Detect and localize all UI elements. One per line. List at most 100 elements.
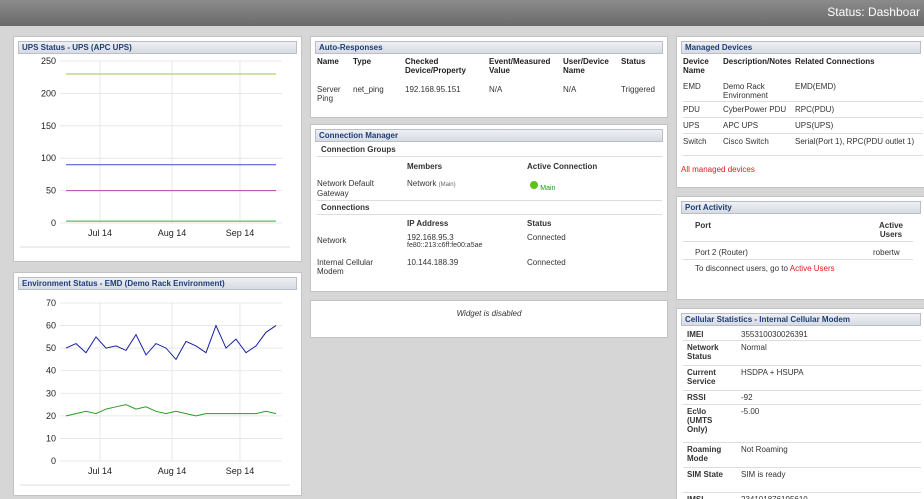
active-users-header: Active Users — [878, 221, 903, 239]
auto-response-device: 192.168.95.151 — [405, 85, 461, 94]
active-connection-header: Active Connection — [527, 162, 598, 171]
members-header: Members — [407, 162, 443, 171]
connection-manager-title: Connection Manager — [315, 129, 663, 142]
status-header: Status — [527, 219, 552, 228]
stat-label: Network Status — [687, 343, 719, 361]
y-tick-label: 30 — [46, 388, 56, 398]
environment-status-panel: Environment Status - EMD (Demo Rack Envi… — [13, 272, 302, 496]
y-tick-label: 0 — [51, 456, 56, 466]
connection-name: Network — [317, 236, 347, 245]
y-tick-label: 100 — [41, 153, 56, 163]
y-tick-label: 150 — [41, 121, 56, 131]
column-header: Device Name — [683, 57, 709, 75]
stat-value: 234101876195610 — [741, 495, 808, 499]
environment-status-title: Environment Status - EMD (Demo Rack Envi… — [18, 277, 297, 290]
y-tick-label: 10 — [46, 433, 56, 443]
stat-value: HSDPA + HSUPA — [741, 368, 804, 377]
column-header: Type — [353, 57, 372, 66]
connection-row[interactable]: Network 192.168.95.3 fe80::213:c6ff:fe00… — [317, 233, 662, 255]
managed-devices-table: Device Name Description/Notes Related Co… — [683, 57, 923, 156]
device-connections: Serial(Port 1), RPC(PDU outlet 1) — [795, 136, 915, 146]
auto-responses-title: Auto-Responses — [315, 41, 663, 54]
x-tick-label: Aug 14 — [158, 228, 187, 238]
port-activity-panel: Port Activity Port Active Users Port 2 (… — [676, 196, 924, 300]
port-name[interactable]: Port 2 (Router) — [695, 248, 748, 257]
ups-chart: 250 200 150 100 50 0 Jul 14 Aug 14 Sep 14 — [20, 56, 290, 248]
table-row[interactable]: Server Ping net_ping 192.168.95.151 N/A … — [317, 81, 662, 105]
cellular-statistics-panel: Cellular Statistics - Internal Cellular … — [676, 308, 924, 499]
column-header: Name — [317, 57, 339, 66]
ups-status-panel: UPS Status - UPS (APC UPS) 250 200 150 100 5… — [13, 36, 302, 262]
cellular-statistics-title: Cellular Statistics - Internal Cellular … — [681, 313, 921, 326]
table-row: Current Service HSDPA + HSUPA — [683, 366, 921, 391]
device-name[interactable]: UPS — [683, 117, 723, 133]
all-managed-devices-link[interactable]: All managed devices — [681, 165, 755, 174]
widget-disabled-text: Widget is disabled — [456, 309, 522, 318]
x-tick-label: Sep 14 — [226, 228, 255, 238]
auto-responses-panel: Auto-Responses Name Type Checked Device/… — [310, 36, 668, 118]
table-row: SIM State SIM is ready — [683, 468, 921, 493]
connection-row[interactable]: Internal Cellular Modem 10.144.188.39 Co… — [317, 258, 662, 280]
stat-label: Roaming Mode — [687, 445, 722, 463]
group-member-tag: (Main) — [438, 182, 456, 188]
stat-value: 355310030026391 — [741, 330, 808, 339]
stat-value: -5.00 — [741, 407, 760, 416]
device-description: CyberPower PDU — [723, 104, 787, 114]
table-row[interactable]: UPS APC UPS UPS(UPS) — [683, 117, 923, 133]
device-name[interactable]: EMD — [683, 79, 723, 101]
auto-response-value: N/A — [489, 85, 503, 94]
connections-heading: Connections — [321, 203, 370, 212]
top-bar: Status: Dashboar — [0, 0, 924, 26]
disabled-widget-panel: Widget is disabled — [310, 300, 668, 338]
active-users-link[interactable]: Active Users — [790, 264, 835, 273]
table-row: Network Status Normal — [683, 341, 921, 366]
page-title: Status: Dashboar — [827, 5, 920, 19]
table-row: Roaming Mode Not Roaming — [683, 443, 921, 468]
group-active-label: Main — [540, 185, 556, 192]
device-description: APC UPS — [723, 120, 759, 130]
column-header: Related Connections — [795, 57, 875, 66]
environment-chart: 70 60 50 40 30 20 10 0 Jul 14 Aug 14 Sep 14 — [20, 298, 290, 486]
device-connections: EMD(EMD) — [795, 82, 836, 91]
group-member-name: Network — [407, 179, 437, 188]
device-name[interactable]: Switch — [683, 133, 723, 155]
column-header: Event/Measured Value — [489, 57, 551, 75]
auto-response-status: Triggered — [621, 85, 655, 94]
connection-ip: 10.144.188.39 — [407, 258, 459, 267]
stat-label: IMSI — [687, 495, 727, 499]
x-tick-label: Jul 14 — [88, 466, 112, 476]
device-description: Cisco Switch — [723, 136, 769, 146]
device-connections: RPC(PDU) — [795, 104, 835, 114]
table-row: IMSI 234101876195610 — [683, 493, 921, 499]
table-row[interactable]: EMD Demo Rack Environment EMD(EMD) — [683, 79, 923, 101]
connection-ip: 192.168.95.3 — [407, 233, 454, 242]
auto-response-name[interactable]: Server Ping — [317, 81, 353, 105]
port-header: Port — [695, 221, 711, 230]
y-tick-label: 200 — [41, 88, 56, 98]
stat-label: Current Service — [687, 368, 716, 386]
y-tick-label: 50 — [46, 186, 56, 196]
table-row[interactable]: Switch Cisco Switch Serial(Port 1), RPC(… — [683, 133, 923, 155]
connection-ip-v6: fe80::213:c6ff:fe00:a5ae — [407, 242, 483, 249]
group-member: Network (Main) — [407, 179, 456, 188]
device-name[interactable]: PDU — [683, 101, 723, 117]
auto-response-type: net_ping — [353, 85, 384, 94]
port-user: robertw — [873, 248, 900, 257]
status-dot-icon — [530, 180, 538, 189]
table-row[interactable]: PDU CyberPower PDU RPC(PDU) — [683, 101, 923, 117]
connection-name: Internal Cellular Modem — [317, 258, 374, 276]
y-tick-label: 40 — [46, 366, 56, 376]
stat-label: IMEI — [687, 330, 704, 339]
table-header-row: Name Type Checked Device/Property Event/… — [317, 57, 662, 81]
connection-status: Connected — [527, 258, 566, 267]
port-activity-title: Port Activity — [681, 201, 921, 214]
y-tick-label: 70 — [46, 298, 56, 308]
column-header: Status — [621, 57, 646, 66]
auto-response-user: N/A — [563, 85, 577, 94]
stat-label: Ec\Io (UMTS Only) — [687, 407, 713, 434]
column-header: Checked Device/Property — [405, 57, 466, 75]
ups-status-title: UPS Status - UPS (APC UPS) — [18, 41, 297, 54]
column-header: User/Device Name — [563, 57, 609, 75]
column-header: Description/Notes — [723, 57, 792, 66]
managed-devices-title: Managed Devices — [681, 41, 921, 54]
